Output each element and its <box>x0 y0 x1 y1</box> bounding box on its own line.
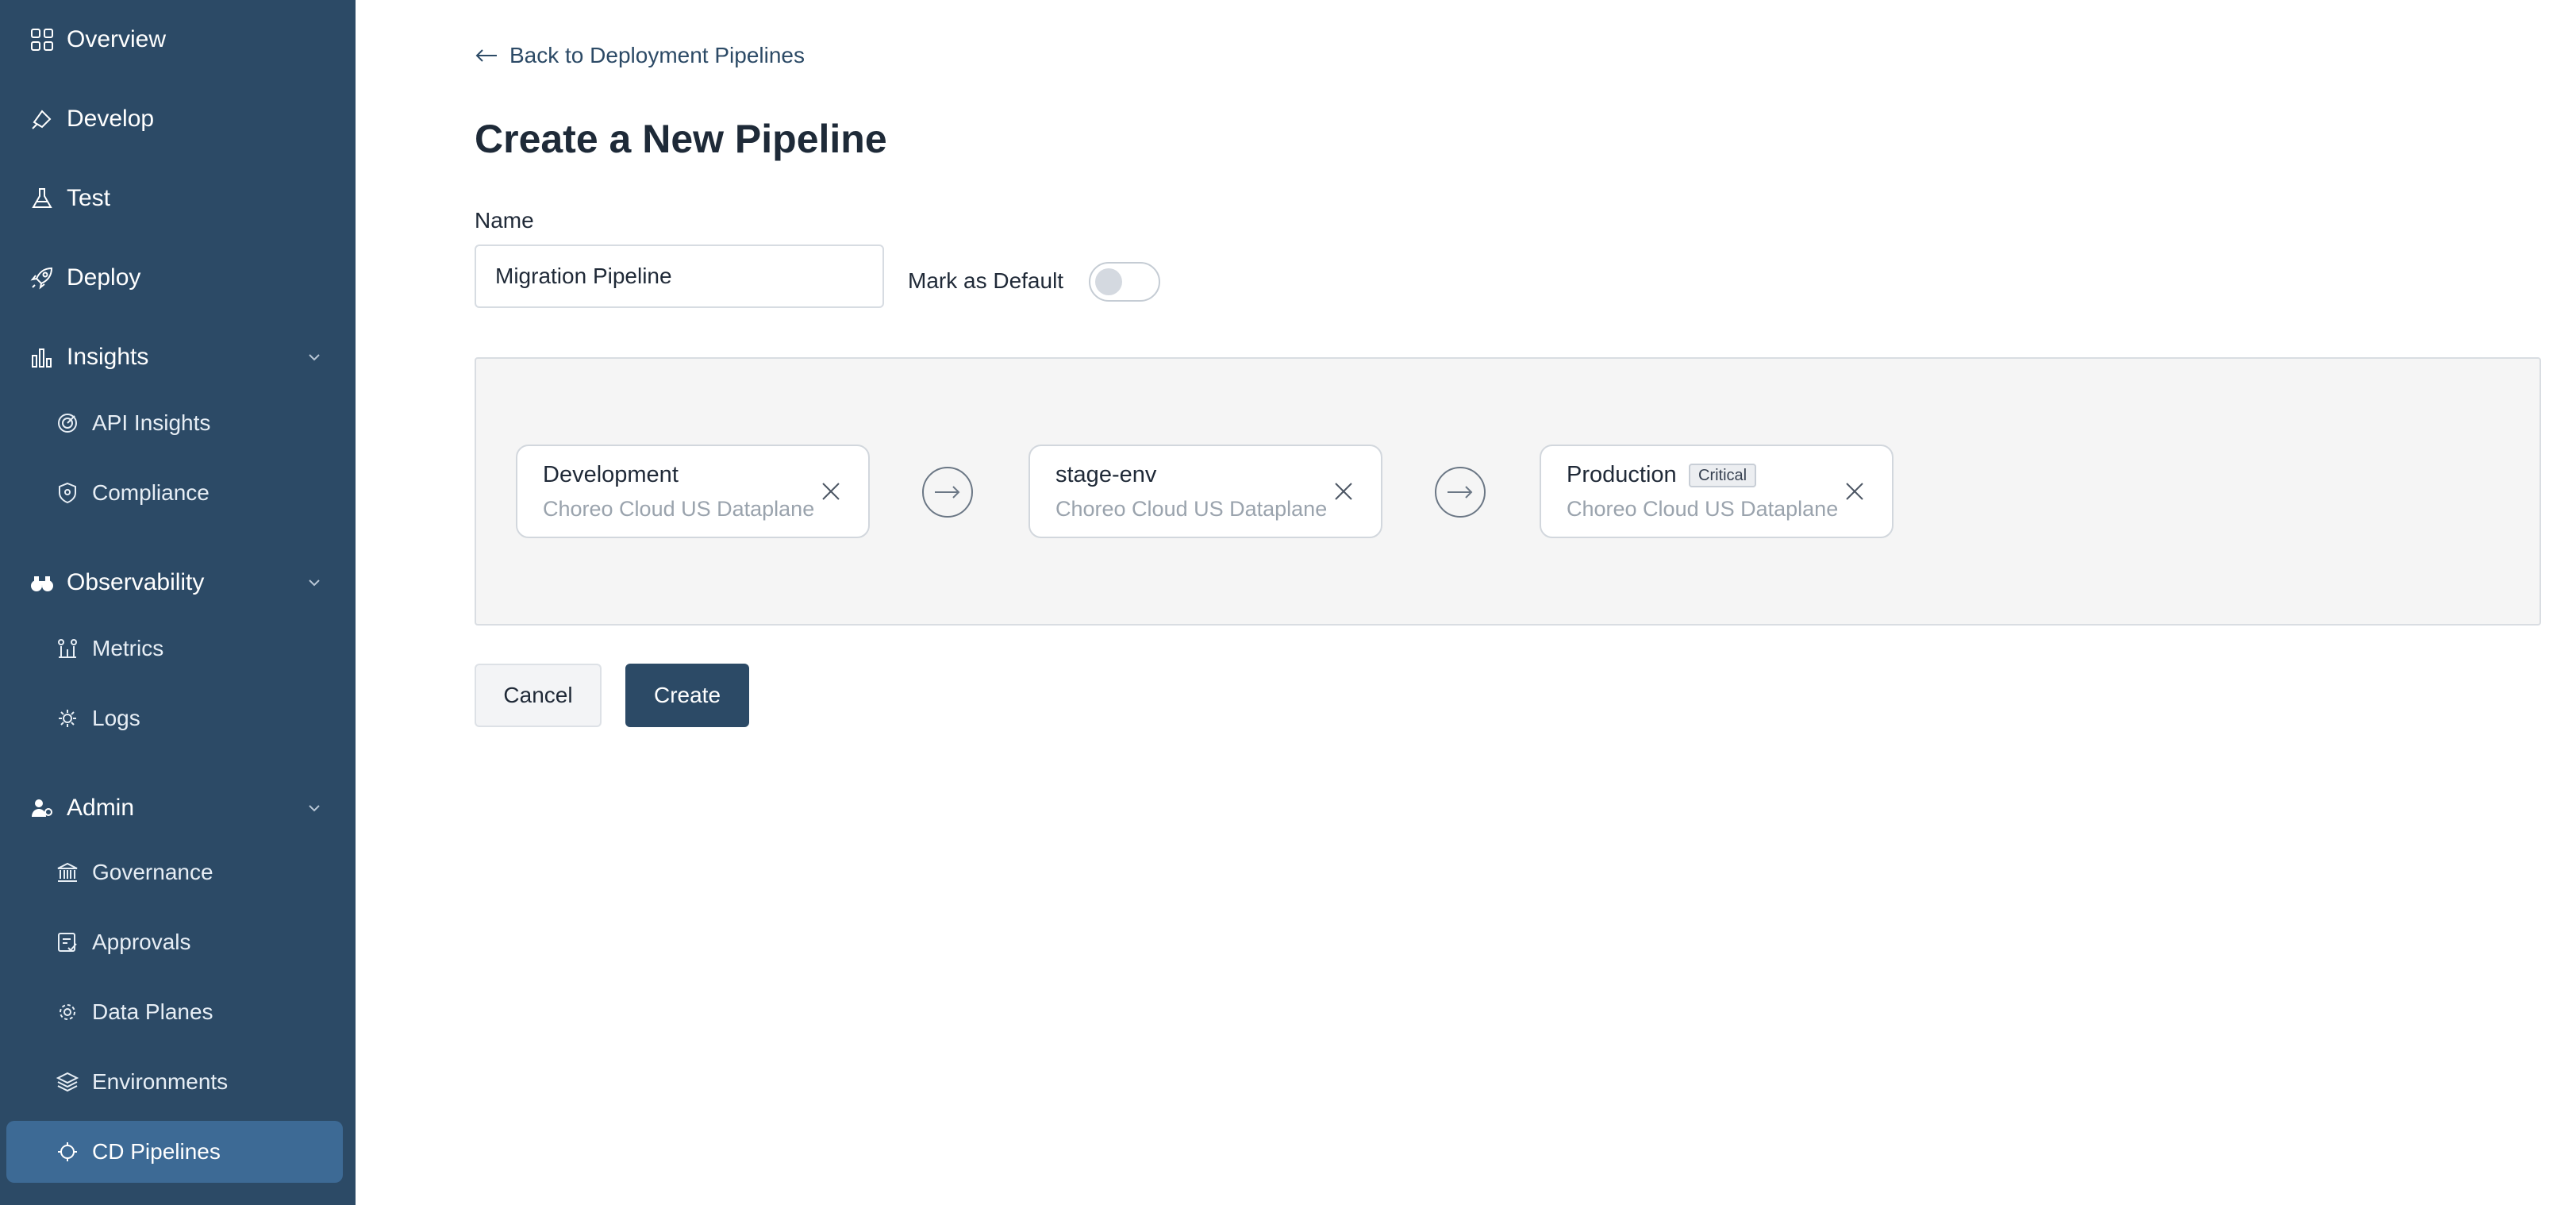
sidebar-item-data-planes[interactable]: Data Planes <box>0 981 356 1043</box>
env-dataplane: Choreo Cloud US Dataplane <box>1055 497 1328 521</box>
sidebar-item-develop[interactable]: Develop <box>0 87 356 151</box>
mark-default-label: Mark as Default <box>908 268 1064 293</box>
cancel-button[interactable]: Cancel <box>475 664 602 727</box>
env-card-production: Production Critical Choreo Cloud US Data… <box>1540 445 1894 538</box>
binoculars-icon <box>29 569 56 596</box>
develop-icon <box>29 106 56 133</box>
arrow-left-icon <box>475 49 497 62</box>
layers-icon <box>56 1072 79 1092</box>
pipeline-icon <box>58 1142 77 1161</box>
sidebar-item-observability[interactable]: Observability <box>0 551 356 614</box>
sidebar-item-metrics[interactable]: Metrics <box>0 618 356 679</box>
chevron-down-icon[interactable] <box>305 799 324 818</box>
sidebar-item-label: Approvals <box>92 930 191 954</box>
arrow-right-icon <box>1435 467 1486 518</box>
sidebar-item-label: Compliance <box>92 480 210 505</box>
sidebar-item-logs[interactable]: Logs <box>0 687 356 749</box>
api-insights-icon <box>58 414 77 433</box>
close-icon[interactable] <box>1843 479 1867 503</box>
sidebar-item-label: Logs <box>92 706 140 730</box>
grid-icon <box>29 26 56 53</box>
back-link[interactable]: Back to Deployment Pipelines <box>475 40 805 71</box>
sidebar-item-label: Test <box>67 185 111 211</box>
close-icon[interactable] <box>1332 479 1355 503</box>
critical-badge: Critical <box>1689 464 1757 487</box>
mark-default-toggle[interactable] <box>1089 262 1160 302</box>
sidebar-item-environments[interactable]: Environments <box>0 1051 356 1113</box>
sidebar-item-insights[interactable]: Insights <box>0 325 356 389</box>
sidebar-item-label: CD Pipelines <box>92 1139 221 1164</box>
approvals-icon <box>58 933 77 952</box>
sidebar-item-label: Environments <box>92 1069 229 1094</box>
sidebar: Overview Develop Test Deploy Insights AP… <box>0 0 356 1205</box>
sidebar-item-overview[interactable]: Overview <box>0 8 356 71</box>
sidebar-item-compliance[interactable]: Compliance <box>0 462 356 524</box>
sidebar-item-label: API Insights <box>92 410 211 435</box>
chevron-down-icon[interactable] <box>305 573 324 592</box>
env-dataplane: Choreo Cloud US Dataplane <box>1567 497 1839 521</box>
bar-chart-icon <box>29 344 56 371</box>
sidebar-item-deploy[interactable]: Deploy <box>0 246 356 310</box>
back-link-label: Back to Deployment Pipelines <box>509 43 805 67</box>
arrow-right-icon <box>922 467 973 518</box>
sidebar-item-label: Observability <box>67 569 205 595</box>
sidebar-item-admin[interactable]: Admin <box>0 776 356 840</box>
sidebar-item-api-insights[interactable]: API Insights <box>0 392 356 454</box>
page-title: Create a New Pipeline <box>475 117 887 161</box>
sidebar-item-label: Develop <box>67 106 155 132</box>
toggle-knob <box>1095 268 1122 295</box>
env-name: stage-env <box>1055 462 1157 487</box>
sidebar-item-governance[interactable]: Governance <box>0 841 356 903</box>
rocket-icon <box>29 264 56 291</box>
sidebar-item-label: Governance <box>92 860 213 884</box>
sidebar-item-test[interactable]: Test <box>0 167 356 230</box>
env-card-stage-env: stage-env Choreo Cloud US Dataplane <box>1028 445 1382 538</box>
env-card-development: Development Choreo Cloud US Dataplane <box>516 445 870 538</box>
create-button[interactable]: Create <box>625 664 749 727</box>
name-label: Name <box>475 208 534 233</box>
logs-icon <box>59 710 76 727</box>
flask-icon <box>29 185 56 212</box>
sidebar-item-cd-pipelines[interactable]: CD Pipelines <box>6 1121 343 1183</box>
shield-icon <box>59 482 76 504</box>
sidebar-item-label: Overview <box>67 26 167 52</box>
sidebar-item-label: Deploy <box>67 264 141 291</box>
user-admin-icon <box>29 795 56 822</box>
name-input[interactable] <box>475 244 884 308</box>
metrics-icon <box>58 639 77 658</box>
sidebar-item-label: Admin <box>67 795 135 821</box>
sidebar-item-approvals[interactable]: Approvals <box>0 911 356 973</box>
sidebar-item-label: Insights <box>67 344 149 370</box>
env-name: Production <box>1567 462 1677 487</box>
env-name: Development <box>543 462 679 487</box>
sidebar-item-label: Data Planes <box>92 999 213 1024</box>
gear-icon <box>60 1004 75 1020</box>
chevron-down-icon[interactable] <box>305 348 324 367</box>
bank-icon <box>57 862 78 882</box>
sidebar-item-label: Metrics <box>92 636 164 660</box>
env-dataplane: Choreo Cloud US Dataplane <box>543 497 815 521</box>
close-icon[interactable] <box>819 479 843 503</box>
